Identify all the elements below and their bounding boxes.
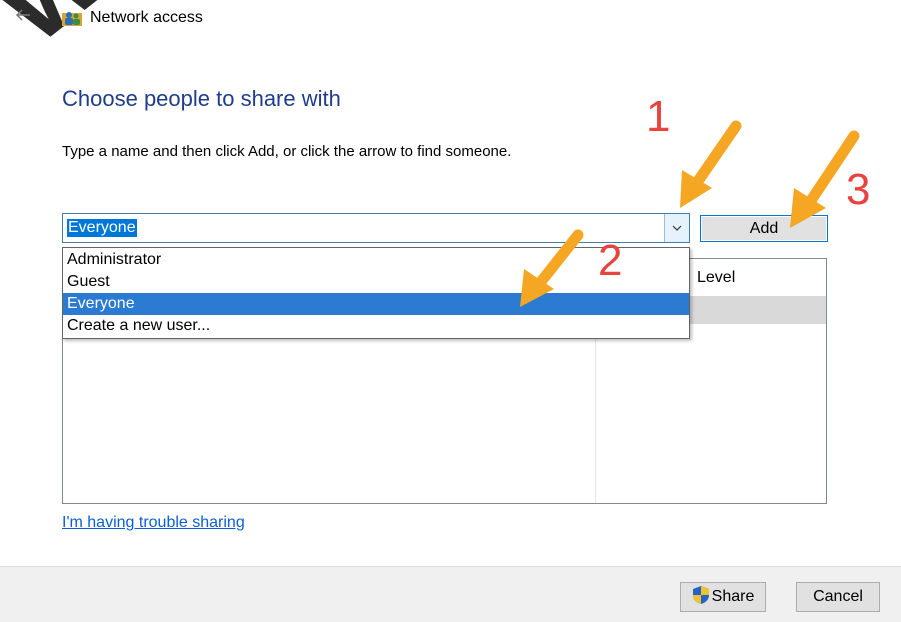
trouble-sharing-link[interactable]: I'm having trouble sharing xyxy=(62,514,245,532)
user-combo-box[interactable]: Everyone xyxy=(62,213,690,243)
share-button-label: Share xyxy=(711,588,755,605)
cancel-button[interactable]: Cancel xyxy=(796,582,880,612)
annotation-step-1: 1 xyxy=(646,92,671,141)
window-title: Network access xyxy=(90,9,203,26)
instructions-text: Type a name and then click Add, or click… xyxy=(62,143,512,160)
annotation-step-3: 3 xyxy=(846,165,871,214)
annotation-arrow-1 xyxy=(680,120,742,208)
chevron-down-icon xyxy=(672,225,682,231)
uac-shield-icon xyxy=(692,586,709,604)
dropdown-option-guest[interactable]: Guest xyxy=(63,271,689,293)
dropdown-option-create-new-user[interactable]: Create a new user... xyxy=(63,315,689,337)
combo-dropdown-button[interactable] xyxy=(664,214,689,242)
user-combo-value[interactable]: Everyone xyxy=(67,219,137,237)
people-icon xyxy=(62,12,82,26)
dropdown-option-administrator[interactable]: Administrator xyxy=(63,249,689,271)
user-dropdown-list[interactable]: Administrator Guest Everyone Create a ne… xyxy=(62,247,690,339)
dropdown-option-everyone[interactable]: Everyone xyxy=(63,293,689,315)
annotation-arrow-2 xyxy=(520,229,584,307)
share-button[interactable]: Share xyxy=(680,582,766,612)
column-header-permission-level[interactable]: Level xyxy=(697,269,735,287)
back-arrow-icon[interactable] xyxy=(14,6,32,24)
page-heading: Choose people to share with xyxy=(62,86,341,111)
annotation-step-2: 2 xyxy=(598,236,623,285)
